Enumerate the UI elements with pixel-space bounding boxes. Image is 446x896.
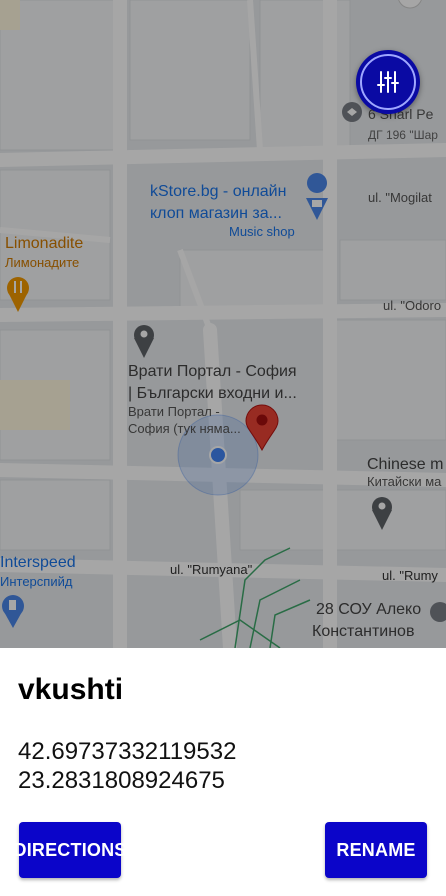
location-name: vkushti [18, 673, 124, 706]
map-label-vrati: София (тук няма... [128, 421, 241, 436]
rename-button[interactable]: RENAME [325, 822, 427, 878]
map-label-chinese: Chinese m [367, 456, 444, 473]
street-label: ul. "Odoro [383, 298, 442, 313]
longitude-value: 23.2831808924675 [18, 767, 225, 794]
map-label-kstore-type: Music shop [229, 224, 295, 239]
map-label-school: Константинов [312, 623, 415, 640]
map-label-vrati: Врати Портал - София [128, 363, 297, 380]
street-label: ul. "Rumyana" [170, 562, 253, 577]
map-label-chinese: Китайски ма [367, 474, 442, 489]
poi-pin-school-2 [430, 602, 446, 622]
poi-pin-store [134, 325, 154, 358]
map-label-limonadite: Limonadite [5, 235, 84, 252]
current-location-dot [209, 446, 227, 464]
poi-pin-school [342, 102, 362, 122]
map-label-limonadite: Лимонадите [5, 255, 80, 270]
filter-button[interactable] [356, 50, 420, 114]
location-coordinates: 42.69737332119532 23.2831808924675 [18, 737, 236, 795]
map-label-interspeed: Интерспийд [0, 574, 73, 589]
map-label-school: 28 СОУ Алеко [316, 601, 422, 618]
compass-icon[interactable] [398, 0, 422, 9]
tune-icon [377, 71, 399, 93]
map-label-vrati: | Български входни и... [128, 385, 297, 402]
latitude-value: 42.69737332119532 [18, 738, 237, 765]
map-label-kstore: клоп магазин за... [150, 205, 282, 222]
poi-pin-gas [2, 595, 24, 628]
street-label: ul. "Rumy [382, 568, 438, 583]
street-label: ul. "Mogilat [368, 190, 432, 205]
poi-pin-restaurant [7, 277, 29, 312]
map-label: ДГ 196 "Шар [368, 128, 438, 142]
directions-button[interactable]: DIRECTIONS [14, 822, 126, 878]
map-label-vrati: Врати Портал - [128, 404, 220, 419]
map-label-kstore: kStore.bg - онлайн [150, 183, 287, 200]
map-label-interspeed: Interspeed [0, 554, 76, 571]
